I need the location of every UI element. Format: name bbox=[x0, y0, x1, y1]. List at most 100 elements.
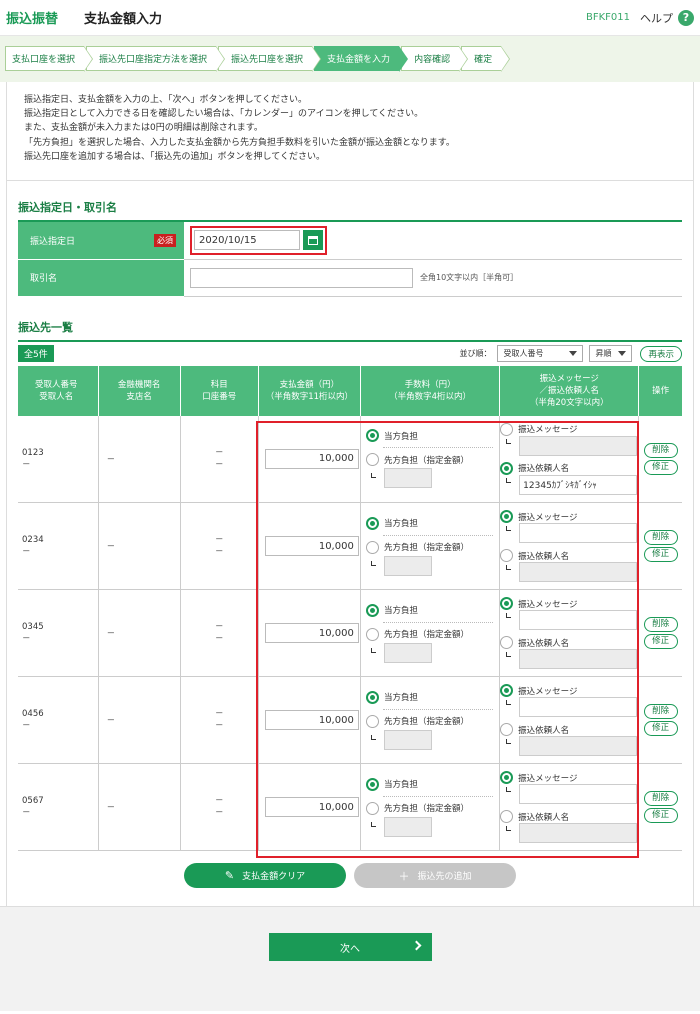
header-col6-b: ／振込依頼人名 bbox=[539, 385, 600, 396]
instruction-line: 振込指定日として入力できる日を確認したい場合は、「カレンダー」のアイコンを押して… bbox=[24, 109, 424, 120]
radio-unchecked-icon bbox=[365, 801, 379, 815]
requester-input[interactable] bbox=[519, 823, 638, 844]
delete-button[interactable]: 削除 bbox=[643, 530, 678, 546]
fee-self-option[interactable]: 当方負担 bbox=[365, 603, 499, 617]
payee-number: 0567 bbox=[22, 796, 44, 807]
delete-button[interactable]: 削除 bbox=[643, 791, 678, 807]
fee-self-label: 当方負担 bbox=[383, 780, 418, 791]
edit-button[interactable]: 修正 bbox=[643, 547, 678, 563]
radio-checked-icon bbox=[365, 603, 379, 617]
step-3: 振込先口座を選択 bbox=[218, 46, 322, 72]
next-label: 次へ bbox=[340, 943, 360, 955]
payee-number: 0234 bbox=[22, 535, 44, 546]
message-option[interactable]: 振込メッセージ bbox=[500, 510, 638, 524]
radio-checked-icon bbox=[365, 777, 379, 791]
transaction-name-input[interactable] bbox=[190, 267, 413, 288]
radio-checked-icon bbox=[365, 429, 379, 443]
fee-other-option[interactable]: 先方負担（指定金額） bbox=[365, 801, 499, 815]
header-col1-b: 受取人名 bbox=[39, 391, 74, 402]
instruction-line: 「先方負担」を選択した場合、入力した支払金額から先方負担手数料を引いた金額が振込… bbox=[24, 137, 455, 148]
requester-option[interactable]: 振込依頼人名 bbox=[500, 636, 638, 650]
date-highlight: 2020/10/15 bbox=[190, 225, 327, 255]
message-option[interactable]: 振込メッセージ bbox=[500, 771, 638, 785]
payee-table-wrap: 受取人番号 受取人名 金融機関名 支店名 科目 口座番号 支払金額（円） （半角数字11… bbox=[18, 365, 682, 858]
order-select[interactable]: 昇順 bbox=[589, 345, 633, 363]
radio-unchecked-icon bbox=[365, 540, 379, 554]
amount-input[interactable]: 10,000 bbox=[264, 536, 359, 557]
fee-self-option[interactable]: 当方負担 bbox=[365, 690, 499, 704]
date-input[interactable]: 2020/10/15 bbox=[194, 230, 300, 251]
sort-select[interactable]: 受取人番号 bbox=[497, 345, 584, 363]
header-col4-b: （半角数字11桁以内） bbox=[265, 391, 354, 402]
fee-other-option[interactable]: 先方負担（指定金額） bbox=[365, 714, 499, 728]
amount-input[interactable]: 10,000 bbox=[264, 797, 359, 818]
delete-button[interactable]: 削除 bbox=[643, 704, 678, 720]
fee-amount-input[interactable] bbox=[383, 729, 432, 750]
message-label: 振込メッセージ bbox=[518, 425, 578, 436]
fee-amount-input[interactable] bbox=[383, 468, 432, 489]
date-form: 振込指定日 必須 2020/10/15 取引名 全角10文字以内［半角可］ bbox=[18, 222, 682, 297]
fee-self-option[interactable]: 当方負担 bbox=[365, 516, 499, 530]
fee-self-label: 当方負担 bbox=[383, 606, 418, 617]
delete-button[interactable]: 削除 bbox=[643, 442, 678, 458]
required-badge: 必須 bbox=[154, 234, 176, 248]
header-col5-a: 手数料（円） bbox=[404, 379, 456, 390]
fee-amount-input[interactable] bbox=[383, 816, 432, 837]
header-col3-b: 口座番号 bbox=[202, 391, 237, 402]
fee-self-option[interactable]: 当方負担 bbox=[365, 429, 499, 443]
clear-amount-button[interactable]: ✎ 支払金額クリア bbox=[184, 863, 346, 889]
header-col4-a: 支払金額（円） bbox=[279, 379, 340, 390]
payee-name: － bbox=[22, 721, 31, 732]
message-option[interactable]: 振込メッセージ bbox=[500, 597, 638, 611]
message-input[interactable] bbox=[519, 697, 638, 718]
fee-other-option[interactable]: 先方負担（指定金額） bbox=[365, 453, 499, 467]
radio-unchecked-icon bbox=[365, 627, 379, 641]
requester-option[interactable]: 振込依頼人名 bbox=[500, 461, 638, 475]
sort-value: 受取人番号 bbox=[503, 349, 544, 359]
requester-option[interactable]: 振込依頼人名 bbox=[500, 549, 638, 563]
amount-input[interactable]: 10,000 bbox=[264, 448, 359, 469]
edit-button[interactable]: 修正 bbox=[643, 634, 678, 650]
payee-name: － bbox=[22, 547, 31, 558]
fee-amount-input[interactable] bbox=[383, 555, 432, 576]
edit-button[interactable]: 修正 bbox=[643, 808, 678, 824]
message-option[interactable]: 振込メッセージ bbox=[500, 422, 638, 436]
requester-option[interactable]: 振込依頼人名 bbox=[500, 810, 638, 824]
add-payee-button[interactable]: ＋ 振込先の追加 bbox=[354, 863, 516, 889]
amount-input[interactable]: 10,000 bbox=[264, 623, 359, 644]
instructions: 振込指定日、支払金額を入力の上、「次へ」ボタンを押してください。 振込指定日とし… bbox=[7, 82, 693, 182]
requester-input[interactable] bbox=[519, 649, 638, 670]
help-link[interactable]: ヘルプ? bbox=[640, 9, 694, 26]
step-1: 支払口座を選択 bbox=[5, 46, 94, 72]
requester-option[interactable]: 振込依頼人名 bbox=[500, 723, 638, 737]
list-section-title: 振込先一覧 bbox=[18, 297, 682, 342]
message-option[interactable]: 振込メッセージ bbox=[500, 684, 638, 698]
account-number: － bbox=[215, 459, 224, 470]
plus-icon: ＋ bbox=[398, 869, 410, 883]
calendar-icon[interactable] bbox=[303, 230, 323, 251]
fee-other-option[interactable]: 先方負担（指定金額） bbox=[365, 540, 499, 554]
edit-button[interactable]: 修正 bbox=[643, 721, 678, 737]
account-type: － bbox=[215, 535, 224, 546]
message-input[interactable] bbox=[519, 523, 638, 544]
requester-input[interactable] bbox=[519, 562, 638, 583]
amount-input[interactable]: 10,000 bbox=[264, 710, 359, 731]
message-input[interactable] bbox=[519, 435, 638, 456]
page-title: 支払金額入力 bbox=[84, 12, 163, 27]
fee-other-option[interactable]: 先方負担（指定金額） bbox=[365, 627, 499, 641]
account-type: － bbox=[215, 709, 224, 720]
header-col1-a: 受取人番号 bbox=[35, 379, 78, 390]
table-row: 0345 －－－－ 10,000 当方負担 先方負担（指定金額） 振込メッセージ 振込依頼人… bbox=[18, 589, 682, 678]
edit-button[interactable]: 修正 bbox=[643, 459, 678, 475]
next-button[interactable]: 次へ bbox=[268, 933, 432, 962]
requester-input[interactable]: 12345ｶﾌﾞｼｷｶﾞｲｼｬ bbox=[519, 474, 638, 495]
redisplay-button[interactable]: 再表示 bbox=[640, 345, 682, 362]
message-input[interactable] bbox=[519, 784, 638, 805]
account-type: － bbox=[215, 796, 224, 807]
message-input[interactable] bbox=[519, 610, 638, 631]
fee-self-option[interactable]: 当方負担 bbox=[365, 777, 499, 791]
requester-input[interactable] bbox=[519, 736, 638, 757]
fee-amount-input[interactable] bbox=[383, 642, 432, 663]
screen-id: BFKF011 bbox=[585, 12, 630, 23]
delete-button[interactable]: 削除 bbox=[643, 617, 678, 633]
